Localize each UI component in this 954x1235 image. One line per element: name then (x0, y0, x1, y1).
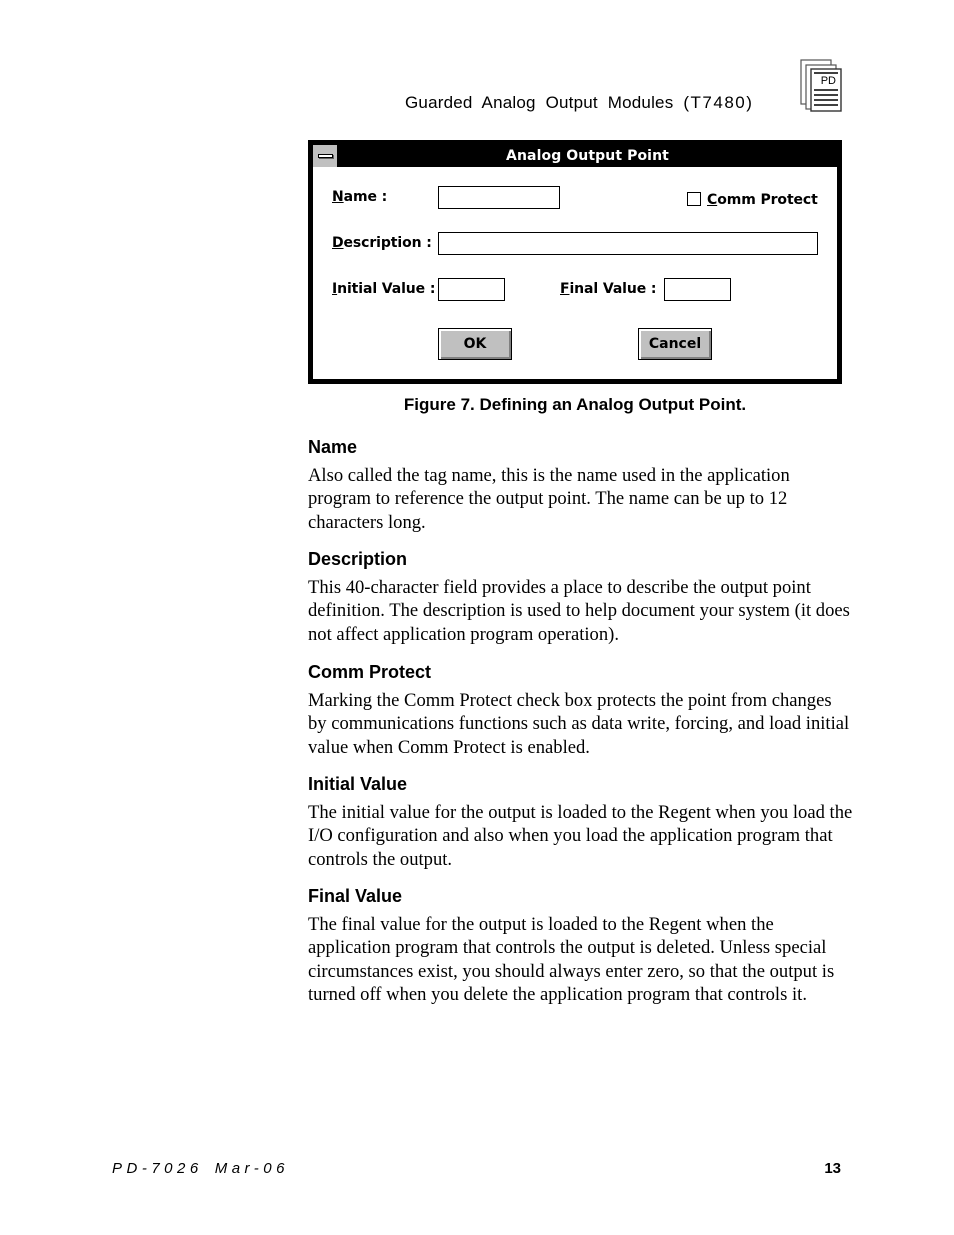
section-heading: Final Value (308, 886, 403, 906)
section-heading: Description (308, 549, 408, 569)
section-body: The final value for the output is loaded… (308, 914, 835, 1006)
footer-doc-id: PD-7026 (112, 1160, 203, 1177)
dialog-body: Analog Output Point Name : Comm Protect … (313, 145, 837, 379)
initial-value-input[interactable] (438, 278, 505, 301)
section-initial-value: Initial Value The initial value for the … (308, 773, 853, 871)
description-input[interactable] (438, 232, 818, 255)
section-body: This 40-character field provides a place… (308, 577, 850, 645)
footer-doc-info: PD-7026 Mar-06 (112, 1160, 289, 1177)
figure-caption: Figure 7. Defining an Analog Output Poin… (403, 395, 747, 414)
final-value-input[interactable] (664, 278, 731, 301)
description-label: Description : (332, 235, 432, 251)
footer-date: Mar-06 (214, 1160, 289, 1177)
final-value-label: Final Value : (560, 281, 657, 297)
comm-protect-label[interactable]: Comm Protect (707, 192, 818, 208)
section-heading: Name (308, 437, 358, 457)
section-heading: Comm Protect (308, 662, 432, 682)
section-heading: Initial Value (308, 774, 408, 794)
initial-value-label: Initial Value : (332, 281, 436, 297)
system-menu-button[interactable] (313, 145, 338, 167)
section-comm-protect: Comm Protect Marking the Comm Protect ch… (308, 661, 853, 759)
dialog-titlebar[interactable]: Analog Output Point (313, 145, 837, 167)
section-body: The initial value for the output is load… (308, 802, 853, 870)
page-number: 13 (824, 1160, 841, 1177)
comm-protect-checkbox[interactable] (687, 192, 701, 206)
name-input[interactable] (438, 186, 560, 209)
analog-output-point-dialog: Analog Output Point Name : Comm Protect … (308, 140, 842, 384)
name-label: Name : (332, 189, 388, 205)
svg-text:PD: PD (821, 75, 836, 87)
section-name: Name Also called the tag name, this is t… (308, 436, 853, 534)
pd-document-stack-icon: PD (800, 59, 842, 112)
header-title: Guarded Analog Output Modules (405, 93, 674, 112)
header-code: (T7480) (683, 93, 754, 112)
system-menu-icon (318, 154, 333, 158)
cancel-button[interactable]: Cancel (638, 328, 712, 360)
section-description: Description This 40-character field prov… (308, 548, 853, 646)
section-body: Also called the tag name, this is the na… (308, 465, 790, 533)
running-header: Guarded Analog Output Modules (T7480) (405, 93, 753, 113)
ok-button[interactable]: OK (438, 328, 512, 360)
section-body: Marking the Comm Protect check box prote… (308, 690, 850, 758)
section-final-value: Final Value The final value for the outp… (308, 885, 853, 1007)
dialog-title: Analog Output Point (506, 148, 669, 164)
